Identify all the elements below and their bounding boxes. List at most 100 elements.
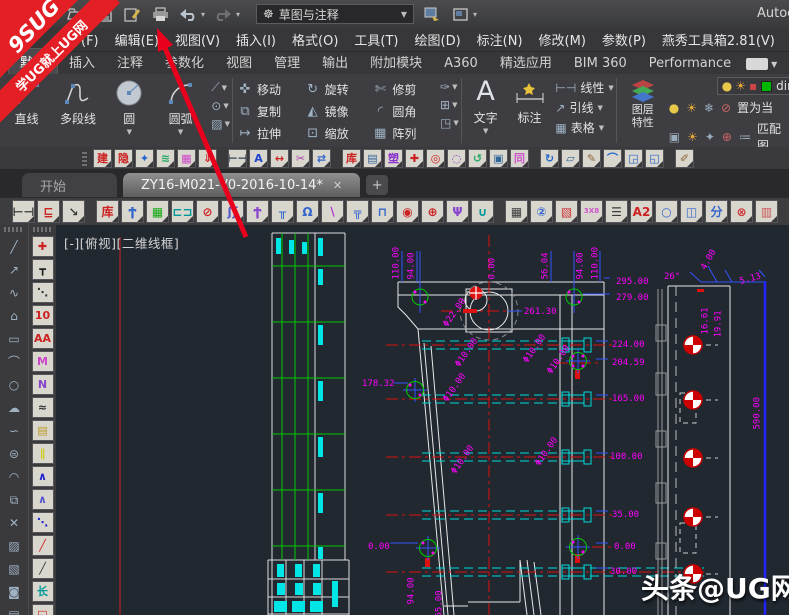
- modify-mini-tool-2[interactable]: ◳ ▼: [440, 116, 459, 130]
- new-tab-button[interactable]: +: [366, 175, 389, 195]
- toolbar-grip[interactable]: [33, 227, 52, 232]
- tool-arc[interactable]: 圆弧 ▼: [160, 78, 201, 147]
- menu-item-10[interactable]: 燕秀工具箱2.81(V): [662, 30, 775, 49]
- tool-dimension[interactable]: 标注: [512, 77, 548, 147]
- tool-缩放[interactable]: ⊡ 缩放: [305, 122, 371, 144]
- mold-build-icon[interactable]: 建: [93, 148, 112, 168]
- ring-icon[interactable]: Ω: [296, 200, 319, 223]
- window-icon[interactable]: [450, 5, 470, 23]
- rotate-ccw-icon[interactable]: ↺: [468, 148, 487, 168]
- gradient-icon[interactable]: ▧: [3, 558, 25, 579]
- tool-线性[interactable]: ⊢⊣ 线性 ▼: [555, 79, 613, 96]
- fillet-a-icon[interactable]: ◲: [624, 148, 643, 168]
- circle-icon[interactable]: ○: [3, 374, 25, 395]
- ribbon-tab-5[interactable]: 管理: [263, 49, 311, 74]
- n-poly-icon[interactable]: N: [31, 374, 54, 395]
- set-current-label[interactable]: 置为当: [737, 99, 773, 116]
- arc-icon[interactable]: ⌒: [3, 351, 25, 372]
- tool-旋转[interactable]: ↻ 旋转: [305, 78, 371, 100]
- toolbar-grip[interactable]: [4, 227, 24, 232]
- line-icon[interactable]: ╱: [3, 236, 25, 257]
- locating-ring-icon[interactable]: ⊕: [421, 200, 444, 223]
- datum-icon[interactable]: ┳: [31, 259, 54, 280]
- color-grid-icon[interactable]: ▦: [177, 148, 196, 168]
- mold-library-icon[interactable]: 库: [96, 200, 119, 223]
- polygon-icon[interactable]: ⌂: [3, 305, 25, 326]
- ribbon-tab-1[interactable]: 插入: [58, 49, 106, 74]
- list-icon[interactable]: ☰: [605, 200, 628, 223]
- arc-tool-icon[interactable]: ⌒: [603, 148, 622, 168]
- dim-base-icon[interactable]: ⊑: [37, 200, 60, 223]
- viewport-label[interactable]: [-][俯视][二维线框]: [64, 233, 179, 252]
- box-3d-icon[interactable]: ◫: [680, 200, 703, 223]
- aa-align-icon[interactable]: AA: [31, 328, 54, 349]
- menu-item-5[interactable]: 工具(T): [354, 30, 398, 49]
- screen-icon[interactable]: ▣: [489, 148, 508, 168]
- no-hatch-icon[interactable]: ⊗: [730, 200, 753, 223]
- ribbon-tab-2[interactable]: 注释: [106, 49, 154, 74]
- menu-item-2[interactable]: 视图(V): [175, 30, 220, 49]
- layer-tool2-icon-1[interactable]: ☀: [687, 130, 698, 144]
- support-icon[interactable]: ╦: [346, 200, 369, 223]
- tab-drawing-active[interactable]: ZY16-M021-V0-2016-10-14* ✕: [123, 173, 361, 197]
- tool-layer-properties[interactable]: 图层 特性: [623, 77, 663, 147]
- workspace-switch-icon[interactable]: [422, 5, 442, 23]
- ribbon-tab-11[interactable]: Performance: [638, 53, 742, 74]
- diag-blue-icon[interactable]: ⋱: [31, 512, 54, 533]
- parallelogram-icon[interactable]: ▱: [561, 148, 580, 168]
- text-edit-icon[interactable]: A: [249, 148, 268, 168]
- water-fitting-icon[interactable]: ⊏⊐: [171, 200, 194, 223]
- spline-2-icon[interactable]: ∽: [3, 420, 25, 441]
- tool-circle[interactable]: 圆 ▼: [109, 78, 150, 147]
- angle-blue-icon[interactable]: ∧: [31, 466, 54, 487]
- layer-tool1-icon-3[interactable]: ⊘: [721, 101, 731, 115]
- region-icon[interactable]: ◙: [3, 581, 25, 602]
- ribbon-tab-more[interactable]: ▼: [746, 58, 777, 74]
- diag-black-icon[interactable]: ╱: [31, 558, 54, 579]
- ribbon-tab-8[interactable]: A360: [433, 53, 489, 74]
- split-layer-icon[interactable]: 分: [705, 200, 728, 223]
- tool-引线[interactable]: ↗ 引线 ▼: [555, 99, 613, 116]
- mold-base-icon[interactable]: ▦: [146, 200, 169, 223]
- tool-line[interactable]: 直线: [6, 78, 47, 147]
- plastic-icon[interactable]: 塑: [384, 148, 403, 168]
- redo-dropdown-icon[interactable]: ▾: [236, 10, 240, 19]
- diag-red-icon[interactable]: ╱: [31, 535, 54, 556]
- corner-red-icon[interactable]: ◱: [31, 604, 54, 615]
- chang-icon[interactable]: 长: [31, 581, 54, 602]
- ribbon-tab-7[interactable]: 附加模块: [359, 49, 433, 74]
- hatch-icon[interactable]: ▨: [3, 535, 25, 556]
- clamp-icon[interactable]: ⊓: [371, 200, 394, 223]
- pencil-2-icon[interactable]: ✐: [675, 148, 694, 168]
- menu-item-6[interactable]: 绘图(D): [415, 30, 461, 49]
- same-icon[interactable]: 同: [510, 148, 529, 168]
- chevron-down-icon[interactable]: ▼: [178, 128, 183, 136]
- ejector-pin-icon[interactable]: Ϯ: [121, 200, 144, 223]
- point-icon[interactable]: ✕: [3, 512, 25, 533]
- layer-state-icon-1[interactable]: ☀: [735, 79, 746, 93]
- open-icon[interactable]: [66, 5, 86, 23]
- layer-tool2-icon-2[interactable]: ✦: [705, 130, 715, 144]
- image-flag-icon[interactable]: ▧: [555, 200, 578, 223]
- crosshair-icon[interactable]: ✚: [31, 236, 54, 257]
- redo-icon[interactable]: [213, 5, 233, 23]
- tool-圆角[interactable]: ◜ 圆角: [372, 100, 438, 122]
- dim-linear-icon[interactable]: ⊢⊣: [12, 200, 35, 223]
- ribbon-tab-6[interactable]: 输出: [311, 49, 359, 74]
- layer-tool1-icon-0[interactable]: ●: [669, 101, 679, 115]
- library-icon[interactable]: 库: [342, 148, 361, 168]
- target-icon[interactable]: ◎: [426, 148, 445, 168]
- fillet-b-icon[interactable]: ◱: [645, 148, 664, 168]
- tool-镜像[interactable]: ◭ 镜像: [305, 100, 371, 122]
- ellipse-arc-icon[interactable]: ◠: [3, 466, 25, 487]
- tool-移动[interactable]: ✜ 移动: [237, 78, 303, 100]
- circle-dash-icon[interactable]: ◌: [447, 148, 466, 168]
- dim-red-icon[interactable]: ↔: [270, 148, 289, 168]
- rotate-cw-icon[interactable]: ↻: [540, 148, 559, 168]
- close-icon[interactable]: ✕: [333, 179, 342, 192]
- screw-icon[interactable]: Ϯ: [246, 200, 269, 223]
- mold-hide-icon[interactable]: 隐: [114, 148, 133, 168]
- menu-item-3[interactable]: 插入(I): [236, 30, 276, 49]
- table-icon[interactable]: ▤: [3, 604, 25, 615]
- grid-red-icon[interactable]: ▥: [755, 200, 778, 223]
